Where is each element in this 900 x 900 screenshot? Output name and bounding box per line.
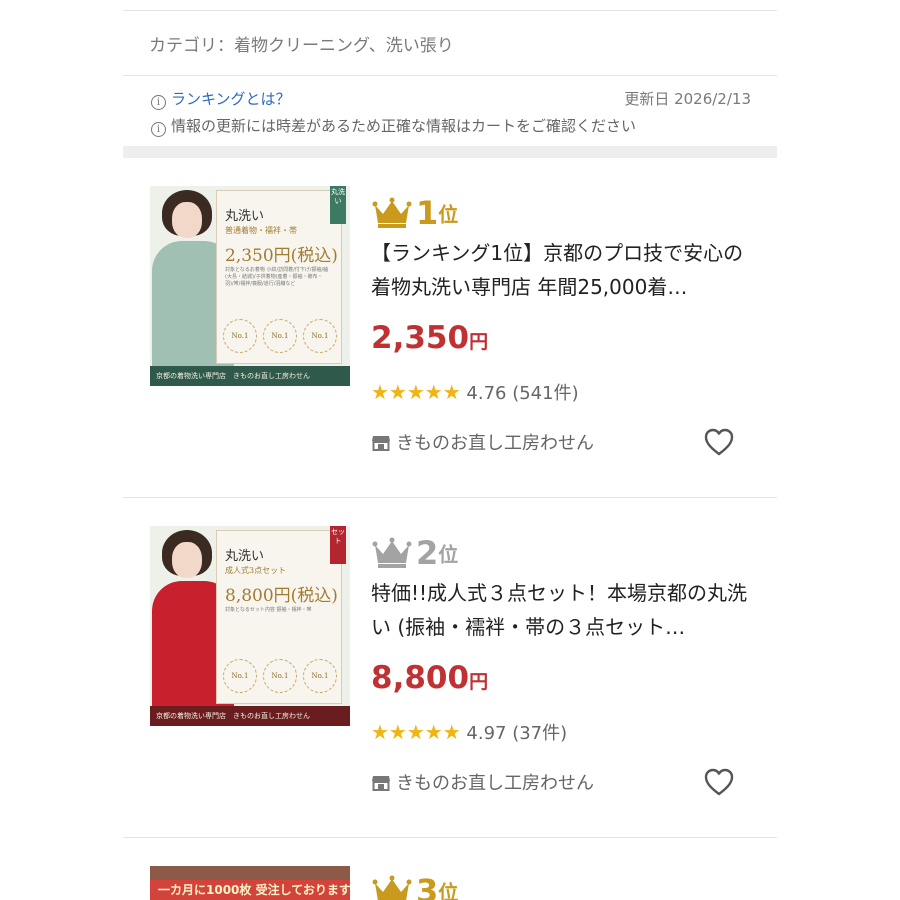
thumbnail-card: 丸洗い 普通着物・襦袢・帯 2,350円(税込) 対象となるお着物 小紋/訪問着… (216, 190, 342, 364)
product-title[interactable]: 特価!!成人式３点セット！本場京都の丸洗い (振袖・襦袢・帯の３点セット… (371, 576, 756, 644)
favorite-heart-icon[interactable] (703, 427, 735, 457)
shop-name: きものお直し工房わせん (396, 433, 594, 454)
thumb-tag: セット (330, 526, 346, 564)
shop-row[interactable]: きものお直し工房わせん (372, 769, 594, 795)
rank-unit: 位 (438, 542, 459, 567)
thumb-description: 対象となるお着物 小紋/訪問着/付下げ/振袖/紬(大島・結城)/子供着物(産着・… (225, 267, 329, 287)
item-divider (123, 497, 777, 498)
crown-icon (372, 537, 412, 568)
crown-icon (372, 875, 412, 900)
notice-row: i 情報の更新には時差があるため正確な情報はカートをご確認ください (151, 115, 751, 137)
rank-number: 1 (416, 194, 439, 232)
crown-icon (372, 197, 412, 228)
thumb-description: 対象となるセット内容 振袖・襦袢・帯 (225, 607, 312, 613)
review-count[interactable]: (37件) (512, 723, 567, 744)
thumb-price: 8,800円(税込) (225, 586, 338, 606)
thumb-footer: 京都の着物洗い専門店 きものお直し工房わせん (150, 706, 350, 726)
product-thumbnail[interactable]: 一カ月に1000枚 受注しております! (150, 866, 350, 900)
ranking-item[interactable]: 丸洗い 普通着物・襦袢・帯 2,350円(税込) 対象となるお着物 小紋/訪問着… (123, 178, 777, 498)
product-thumbnail[interactable]: 丸洗い 成人式3点セット 8,800円(税込) 対象となるセット内容 振袖・襦袢… (150, 526, 350, 726)
rank-unit: 位 (438, 202, 459, 227)
product-price: 2,350円 (371, 320, 488, 356)
thumb-subtitle: 普通着物・襦袢・帯 (225, 226, 297, 235)
no1-badge: No.1 (223, 659, 257, 693)
thumb-banner: 一カ月に1000枚 受注しております! (150, 880, 350, 900)
info-icon: i (151, 95, 166, 110)
product-price: 8,800円 (371, 660, 488, 696)
price-value: 8,800 (371, 660, 470, 696)
favorite-heart-icon[interactable] (703, 767, 735, 797)
rank-unit: 位 (438, 880, 459, 900)
thumbnail-card: 丸洗い 成人式3点セット 8,800円(税込) 対象となるセット内容 振袖・襦袢… (216, 530, 342, 704)
thumb-title: 丸洗い (225, 209, 265, 224)
star-rating-icon: ★★★★★ (371, 380, 461, 404)
ranking-info-row: i ランキングとは？ 更新日 2026/2/13 (151, 88, 751, 110)
no1-badge: No.1 (263, 659, 297, 693)
thumb-tag: 丸洗い (330, 186, 346, 224)
update-date: 更新日 2026/2/13 (624, 90, 751, 108)
review-count[interactable]: (541件) (512, 383, 578, 404)
rating-value: 4.76 (466, 383, 507, 404)
no1-badge: No.1 (303, 659, 337, 693)
no1-badge: No.1 (303, 319, 337, 353)
rank-number: 2 (416, 534, 439, 572)
shop-row[interactable]: きものお直し工房わせん (372, 429, 594, 455)
product-title[interactable]: 【ランキング1位】京都のプロ技で安心の着物丸洗い専門店 年間25,000着… (371, 236, 756, 304)
price-value: 2,350 (371, 320, 470, 356)
notice-text: 情報の更新には時差があるため正確な情報はカートをご確認ください (171, 117, 637, 135)
section-separator (123, 146, 777, 158)
rank-label: 3位 (372, 872, 458, 900)
ranking-page: カテゴリ：着物クリーニング、洗い張り i ランキングとは？ 更新日 2026/2/… (123, 0, 777, 900)
thumb-footer: 京都の着物洗い専門店 きものお直し工房わせん (150, 366, 350, 386)
thumb-price: 2,350円(税込) (225, 246, 338, 266)
star-rating-icon: ★★★★★ (371, 720, 461, 744)
top-divider (123, 10, 777, 11)
item-divider (123, 837, 777, 838)
product-thumbnail[interactable]: 丸洗い 普通着物・襦袢・帯 2,350円(税込) 対象となるお着物 小紋/訪問着… (150, 186, 350, 386)
category-label: カテゴリ：着物クリーニング、洗い張り (149, 36, 454, 56)
shop-icon (372, 436, 390, 451)
thumb-title: 丸洗い (225, 549, 265, 564)
rank-number: 3 (416, 872, 439, 900)
thumb-subtitle: 成人式3点セット (225, 566, 287, 575)
rank-label: 2位 (372, 534, 459, 572)
no1-badge: No.1 (223, 319, 257, 353)
thumb-badges: No.1 No.1 No.1 (223, 659, 337, 693)
no1-badge: No.1 (263, 319, 297, 353)
shop-name: きものお直し工房わせん (396, 773, 594, 794)
header-divider (123, 75, 777, 76)
ranking-help-link[interactable]: ランキングとは？ (171, 90, 291, 108)
info-icon: i (151, 122, 166, 137)
ranking-item[interactable]: 一カ月に1000枚 受注しております! 3位 (123, 858, 777, 900)
rank-label: 1位 (372, 194, 459, 232)
rating-row: ★★★★★ 4.97 (37件) (371, 719, 567, 745)
price-unit: 円 (469, 671, 489, 693)
shop-icon (372, 776, 390, 791)
ranking-item[interactable]: 丸洗い 成人式3点セット 8,800円(税込) 対象となるセット内容 振袖・襦袢… (123, 518, 777, 838)
price-unit: 円 (469, 331, 489, 353)
rating-value: 4.97 (466, 723, 507, 744)
rating-row: ★★★★★ 4.76 (541件) (371, 379, 579, 405)
thumb-badges: No.1 No.1 No.1 (223, 319, 337, 353)
